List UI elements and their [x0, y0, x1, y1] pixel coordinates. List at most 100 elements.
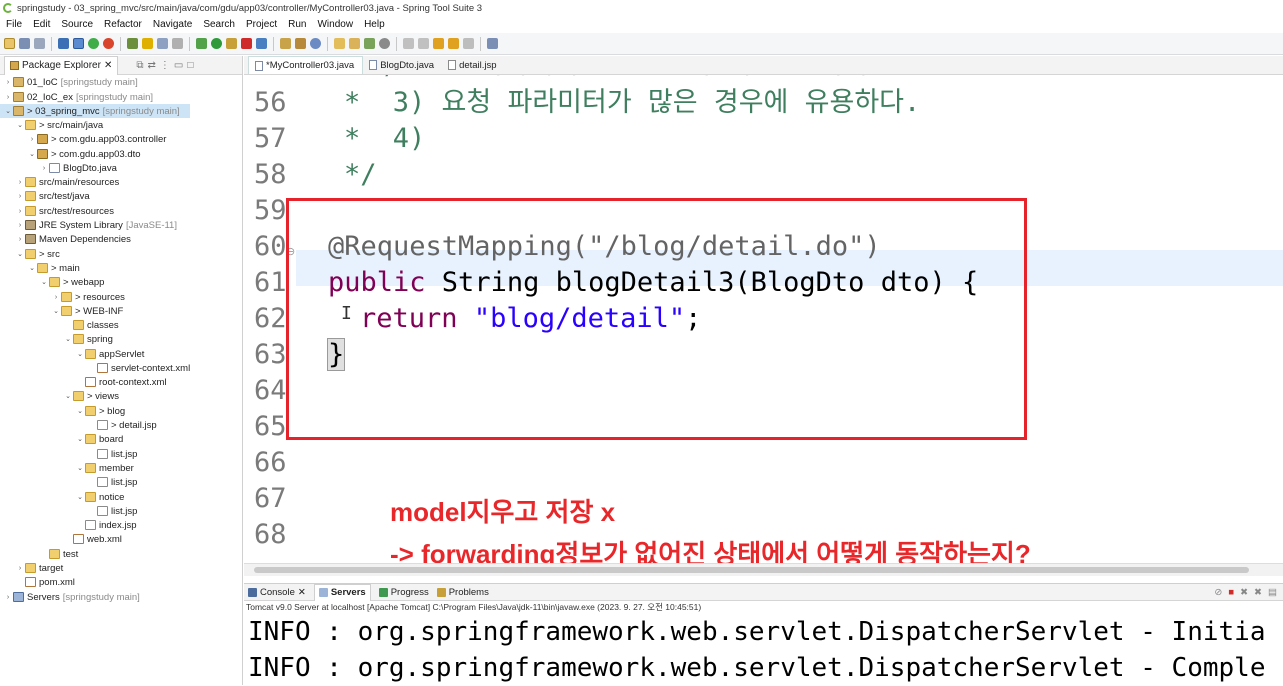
tree-item[interactable]: › > com.gdu.app03.controller [0, 132, 169, 146]
tree-item[interactable]: ⌄ spring [0, 332, 116, 346]
pin-icon[interactable] [127, 38, 138, 49]
scrollbar-thumb[interactable] [254, 567, 1249, 573]
tree-item[interactable]: web.xml [0, 532, 125, 546]
expanded-chevron-icon[interactable]: ⌄ [64, 335, 72, 343]
menu-help[interactable]: Help [364, 19, 385, 30]
maximize-icon[interactable]: □ [187, 60, 193, 71]
collapsed-chevron-icon[interactable]: › [16, 179, 24, 186]
boot-dashboard-icon[interactable] [88, 38, 99, 49]
tree-item[interactable]: classes [0, 318, 122, 332]
new-class-icon[interactable] [295, 38, 306, 49]
tree-item[interactable]: pom.xml [0, 575, 78, 589]
tree-item[interactable]: ⌄ > src/main/java [0, 118, 106, 132]
tab-mycontroller03[interactable]: *MyController03.java [248, 56, 364, 74]
expanded-chevron-icon[interactable]: ⌄ [76, 435, 84, 443]
expanded-chevron-icon[interactable]: ⌄ [52, 307, 60, 315]
expanded-chevron-icon[interactable]: ⌄ [28, 264, 36, 272]
new-package-icon[interactable] [280, 38, 291, 49]
collapsed-chevron-icon[interactable]: › [28, 136, 36, 143]
tree-item[interactable]: › src/test/resources [0, 204, 117, 218]
tree-item[interactable]: › 01_IoC [springstudy main] [0, 75, 138, 89]
external-tools-icon[interactable] [226, 38, 237, 49]
tree-item[interactable]: index.jsp [0, 518, 140, 532]
new-wizard-icon[interactable] [310, 38, 321, 49]
debug-icon[interactable] [196, 38, 207, 49]
tab-problems[interactable]: Problems [436, 587, 489, 598]
save-icon[interactable] [19, 38, 30, 49]
new-window-icon[interactable] [487, 38, 498, 49]
expanded-chevron-icon[interactable]: ⌄ [64, 392, 72, 400]
server-icon[interactable] [256, 38, 267, 49]
back-icon[interactable] [448, 38, 459, 49]
fold-toggle-icon[interactable]: ⊖ [286, 245, 295, 258]
expanded-chevron-icon[interactable]: ⌄ [76, 464, 84, 472]
collapsed-chevron-icon[interactable]: › [16, 222, 24, 229]
collapsed-chevron-icon[interactable]: › [4, 79, 12, 86]
show-whitespace-icon[interactable] [172, 38, 183, 49]
tree-item[interactable]: list.jsp [0, 475, 140, 489]
collapsed-chevron-icon[interactable]: › [16, 193, 24, 200]
tree-item[interactable]: › src/test/java [0, 189, 93, 203]
menu-refactor[interactable]: Refactor [104, 19, 142, 30]
menu-source[interactable]: Source [61, 19, 93, 30]
tree-item[interactable]: › Maven Dependencies [0, 232, 134, 246]
tree-item[interactable]: ⌄ notice [0, 490, 127, 504]
highlight-icon[interactable] [142, 38, 153, 49]
view-menu-icon[interactable]: ⋮ [160, 60, 170, 71]
collapsed-chevron-icon[interactable]: › [16, 236, 24, 243]
block-select-icon[interactable] [157, 38, 168, 49]
tree-item[interactable]: › 02_IoC_ex [springstudy main] [0, 90, 153, 104]
collapse-all-icon[interactable]: ⧉ [136, 60, 143, 71]
tree-item[interactable]: ⌄ > WEB-INF [0, 304, 126, 318]
globe-icon[interactable] [379, 38, 390, 49]
link-editor-icon[interactable]: ⇄ [147, 60, 155, 71]
tree-item[interactable]: list.jsp [0, 504, 140, 518]
tree-item[interactable]: ⌄ > main [0, 261, 83, 275]
forward-icon[interactable] [463, 38, 474, 49]
minimize-icon[interactable]: ▭ [174, 60, 183, 71]
tree-item[interactable]: › target [0, 561, 66, 575]
tree-item[interactable]: ⌄ > blog [0, 404, 128, 418]
remove-all-icon[interactable]: ✖ [1254, 587, 1262, 598]
save-all-icon[interactable] [34, 38, 45, 49]
horizontal-scrollbar[interactable] [244, 563, 1283, 576]
tree-item[interactable]: › BlogDto.java [0, 161, 120, 175]
expanded-chevron-icon[interactable]: ⌄ [4, 107, 12, 115]
tab-package-explorer[interactable]: Package Explorer ✕ [4, 55, 119, 75]
tree-item[interactable]: ⌄ > views [0, 389, 122, 403]
tab-servers[interactable]: Servers [313, 583, 371, 601]
expanded-chevron-icon[interactable]: ⌄ [16, 250, 24, 258]
remove-launch-icon[interactable]: ✖ [1240, 587, 1248, 598]
collapsed-chevron-icon[interactable]: › [52, 294, 60, 301]
menu-run[interactable]: Run [288, 19, 306, 30]
tree-item[interactable]: servlet-context.xml [0, 361, 193, 375]
menu-navigate[interactable]: Navigate [153, 19, 192, 30]
collapsed-chevron-icon[interactable]: › [4, 594, 12, 601]
menu-edit[interactable]: Edit [33, 19, 50, 30]
run-icon[interactable] [211, 38, 222, 49]
menu-window[interactable]: Window [317, 19, 353, 30]
menu-file[interactable]: File [6, 19, 22, 30]
tree-item[interactable]: ⌄ board [0, 432, 126, 446]
close-icon[interactable]: ✕ [104, 60, 112, 71]
tree-item[interactable]: root-context.xml [0, 375, 170, 389]
tree-item[interactable]: ⌄ > src [0, 247, 63, 261]
tree-item[interactable]: ⌄ > 03_spring_mvc [springstudy main] [0, 104, 190, 118]
expanded-chevron-icon[interactable]: ⌄ [28, 150, 36, 158]
expanded-chevron-icon[interactable]: ⌄ [16, 121, 24, 129]
next-annotation-icon[interactable] [403, 38, 414, 49]
tree-item[interactable]: ⌄ appServlet [0, 347, 147, 361]
tree-item[interactable]: list.jsp [0, 447, 140, 461]
collapsed-chevron-icon[interactable]: › [16, 565, 24, 572]
expanded-chevron-icon[interactable]: ⌄ [76, 350, 84, 358]
collapsed-chevron-icon[interactable]: › [16, 208, 24, 215]
clear-console-icon[interactable]: ⊘ [1214, 587, 1222, 598]
tab-progress[interactable]: Progress [378, 587, 429, 598]
tab-detail-jsp[interactable]: detail.jsp [442, 56, 505, 74]
tree-item[interactable]: › Servers [springstudy main] [0, 590, 140, 604]
expanded-chevron-icon[interactable]: ⌄ [40, 278, 48, 286]
search-icon[interactable] [364, 38, 375, 49]
close-icon[interactable]: ✕ [298, 587, 306, 598]
menu-search[interactable]: Search [203, 19, 235, 30]
open-folder-icon[interactable] [349, 38, 360, 49]
